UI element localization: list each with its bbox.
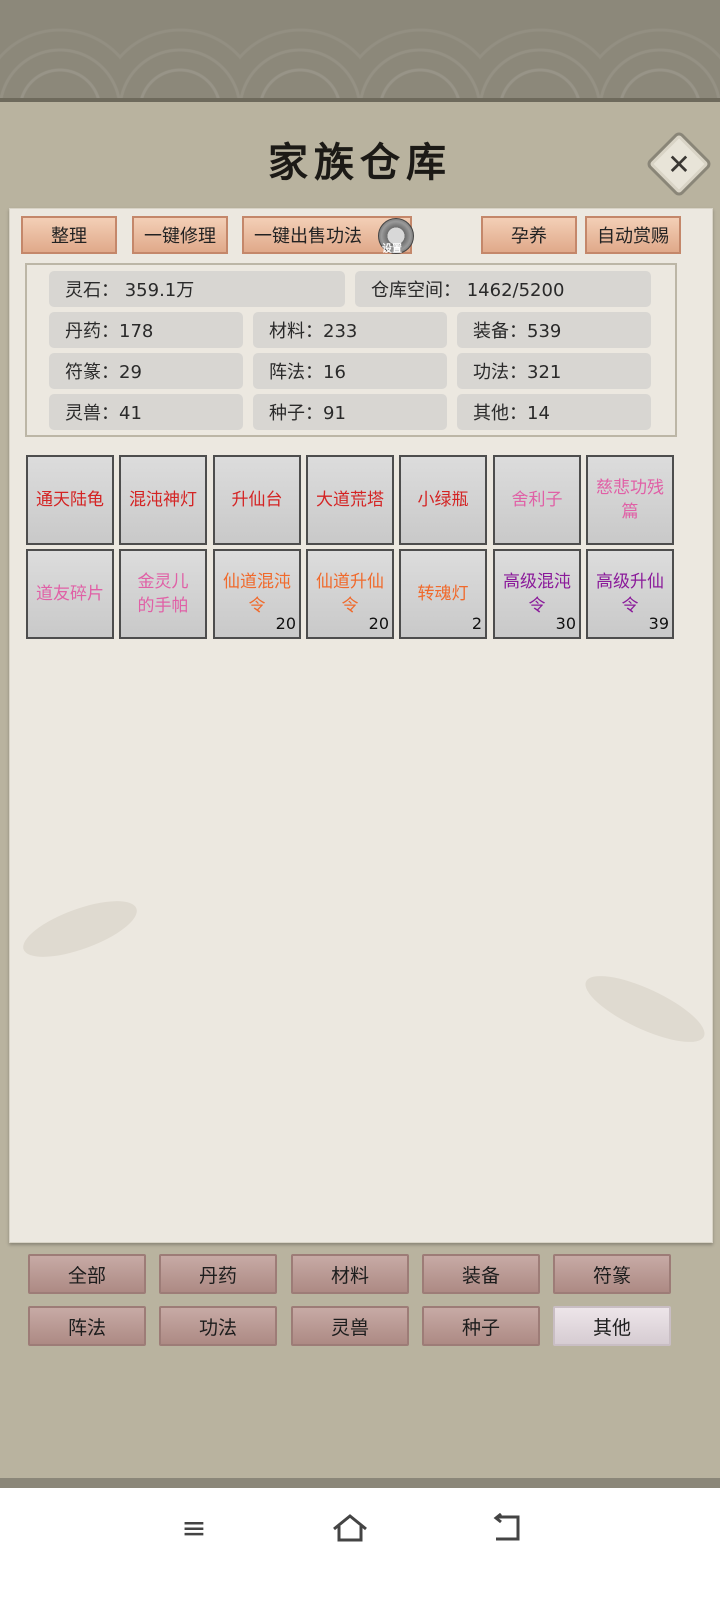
category-techniques[interactable]: 功法	[159, 1306, 277, 1346]
settings-label: 设置	[382, 244, 402, 255]
item-name: 升仙台	[231, 490, 283, 510]
item-count: 20	[368, 614, 389, 633]
stat-techniques: 功法：321	[457, 353, 651, 389]
item-slot[interactable]: 仙道混沌令 20	[213, 549, 301, 639]
home-icon-svg	[333, 1514, 367, 1542]
category-equipment[interactable]: 装备	[422, 1254, 540, 1294]
item-name: 仙道混沌令	[223, 572, 291, 616]
item-slot[interactable]: 慈悲功残篇	[586, 455, 674, 545]
item-name: 高级升仙令	[596, 572, 664, 616]
item-count: 39	[648, 614, 669, 633]
item-slot[interactable]: 通天陆龟	[26, 455, 114, 545]
item-name: 小绿瓶	[417, 490, 469, 510]
stat-pills: 丹药：178	[49, 312, 243, 348]
item-slot[interactable]: 小绿瓶	[399, 455, 487, 545]
category-other[interactable]: 其他	[553, 1306, 671, 1346]
stat-spirit-stone: 灵石： 359.1万	[49, 271, 345, 307]
item-slot[interactable]: 混沌神灯	[119, 455, 207, 545]
stat-formations: 阵法：16	[253, 353, 447, 389]
item-count: 20	[275, 614, 296, 633]
auto-reward-button[interactable]: 自动赏赐	[585, 216, 681, 254]
category-formations[interactable]: 阵法	[28, 1306, 146, 1346]
item-name: 舍利子	[511, 490, 563, 510]
stat-talismans: 符篆：29	[49, 353, 243, 389]
stat-storage-space: 仓库空间： 1462/5200	[355, 271, 651, 307]
item-count: 2	[471, 614, 482, 633]
bamboo-decor	[16, 889, 144, 969]
item-name: 道友碎片	[36, 584, 104, 604]
top-decor-band	[0, 0, 720, 102]
repair-all-button[interactable]: 一键修理	[132, 216, 228, 254]
item-slot[interactable]: 升仙台	[213, 455, 301, 545]
item-name: 大道荒塔	[316, 490, 384, 510]
category-talismans[interactable]: 符篆	[553, 1254, 671, 1294]
stat-equipment: 装备：539	[457, 312, 651, 348]
item-name: 慈悲功残篇	[596, 478, 664, 522]
item-name: 高级混沌令	[503, 572, 571, 616]
category-pills[interactable]: 丹药	[159, 1254, 277, 1294]
item-name: 通天陆龟	[36, 490, 104, 510]
item-name: 混沌神灯	[129, 490, 197, 510]
back-icon-svg	[493, 1513, 520, 1541]
close-icon: ✕	[667, 147, 691, 181]
page-title: 家族仓库	[268, 139, 452, 186]
item-slot[interactable]: 道友碎片	[26, 549, 114, 639]
item-slot[interactable]: 大道荒塔	[306, 455, 394, 545]
item-slot[interactable]: 舍利子	[493, 455, 581, 545]
nurture-button[interactable]: 孕养	[481, 216, 577, 254]
bamboo-decor	[577, 963, 713, 1055]
item-slot[interactable]: 高级升仙令 39	[586, 549, 674, 639]
tidy-button[interactable]: 整理	[21, 216, 117, 254]
item-name: 仙道升仙令	[316, 572, 384, 616]
home-icon[interactable]	[330, 1508, 370, 1548]
item-slot[interactable]: 仙道升仙令 20	[306, 549, 394, 639]
stat-materials: 材料：233	[253, 312, 447, 348]
stat-other: 其他：14	[457, 394, 651, 430]
back-icon[interactable]	[486, 1508, 526, 1548]
category-all[interactable]: 全部	[28, 1254, 146, 1294]
item-slot[interactable]: 高级混沌令 30	[493, 549, 581, 639]
item-slot[interactable]: 转魂灯 2	[399, 549, 487, 639]
item-slot[interactable]: 金灵儿的手帕	[119, 549, 207, 639]
item-name: 金灵儿的手帕	[137, 572, 189, 616]
item-name: 转魂灯	[417, 584, 469, 604]
system-nav-bar	[0, 1488, 720, 1612]
stat-beasts: 灵兽：41	[49, 394, 243, 430]
stat-seeds: 种子：91	[253, 394, 447, 430]
bottom-decor-edge	[0, 1478, 720, 1488]
category-materials[interactable]: 材料	[291, 1254, 409, 1294]
category-seeds[interactable]: 种子	[422, 1306, 540, 1346]
item-count: 30	[555, 614, 576, 633]
category-beasts[interactable]: 灵兽	[291, 1306, 409, 1346]
menu-icon[interactable]: ≡	[174, 1508, 214, 1548]
